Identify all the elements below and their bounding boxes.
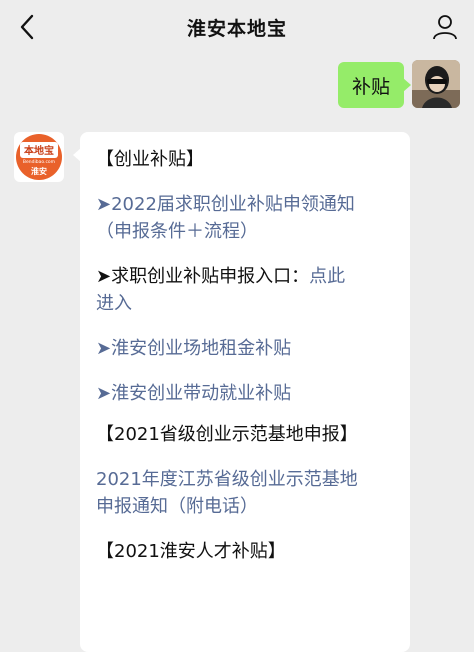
link-employment-subsidy[interactable]: ➤淮安创业带动就业补贴 [96,380,394,407]
user-avatar-image [412,60,460,108]
apply-entry-label: ➤求职创业补贴申报入口： [96,266,310,287]
user-avatar[interactable] [412,60,460,108]
link-2022-subsidy-notice-sub[interactable]: （申报条件＋流程） [96,218,394,245]
logo-domain: Bendibao.com [23,159,55,165]
person-icon [433,15,457,40]
bendibao-logo: 本地宝 Bendibao.com 淮安 [16,134,62,180]
logo-city: 淮安 [31,166,47,176]
section-heading-startup: 【创业补贴】 [96,149,204,170]
link-2022-subsidy-notice[interactable]: ➤2022届求职创业补贴申领通知 [96,191,394,218]
top-bar: 淮安本地宝 [0,0,474,54]
section-heading-demo-base: 【2021省级创业示范基地申报】 [96,424,358,445]
link-demo-base-notice[interactable]: 2021年度江苏省级创业示范基地 [96,466,394,493]
apply-entry-link[interactable]: 点此 [309,266,345,287]
section-heading-talent: 【2021淮安人才补贴】 [96,541,286,562]
logo-text: 本地宝 [24,144,54,157]
incoming-message: 【创业补贴】 ➤2022届求职创业补贴申领通知 （申报条件＋流程） ➤求职创业补… [73,132,410,652]
link-rent-subsidy[interactable]: ➤淮安创业场地租金补贴 [96,335,394,362]
apply-entry-link-cont[interactable]: 进入 [96,290,394,317]
apply-entry-line: ➤求职创业补贴申报入口：点此 [96,263,394,290]
bot-avatar[interactable]: 本地宝 Bendibao.com 淮安 [14,132,64,182]
link-demo-base-notice-sub[interactable]: 申报通知（附电话） [96,493,394,520]
back-arrow-icon [20,14,34,40]
profile-button[interactable] [430,12,460,42]
outgoing-message-text: 补贴 [351,75,390,98]
back-button[interactable] [10,10,44,44]
outgoing-message[interactable]: 补贴 [337,62,412,108]
page-title: 淮安本地宝 [186,17,287,40]
